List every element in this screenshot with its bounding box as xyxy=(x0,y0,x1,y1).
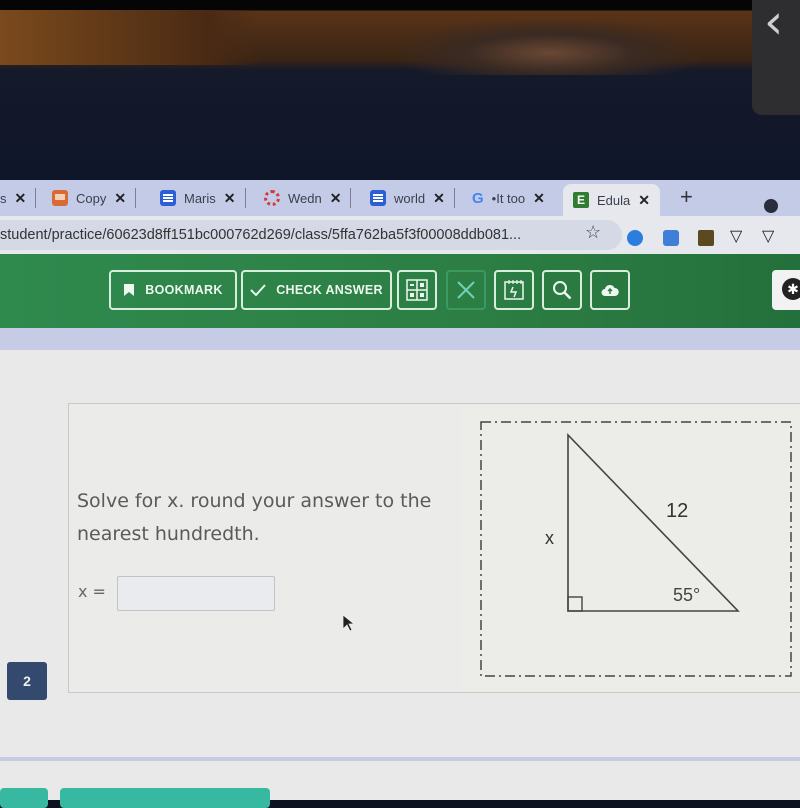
mouse-cursor-icon xyxy=(342,614,356,632)
figure-border xyxy=(480,421,792,677)
shield-extension-icon[interactable]: ▽ xyxy=(730,226,746,245)
question-number-badge[interactable]: 2 xyxy=(7,662,47,700)
bookmark-button[interactable]: BOOKMARK xyxy=(109,270,237,310)
accessibility-button[interactable]: ✱ xyxy=(772,270,800,310)
answer-input[interactable] xyxy=(117,576,275,611)
tab-label: •It too xyxy=(491,190,526,206)
calculator-icon xyxy=(406,279,428,301)
assessment-toolbar: BOOKMARK CHECK ANSWER ✱ xyxy=(0,254,800,328)
tab-label: world xyxy=(394,190,426,206)
docs-icon xyxy=(160,190,176,206)
right-triangle xyxy=(567,433,740,612)
close-icon[interactable]: ✕ xyxy=(433,190,445,207)
tab-label: Edula xyxy=(597,192,631,208)
scratchpad-icon xyxy=(504,280,524,300)
tab-label: Copy xyxy=(76,190,107,206)
tab-separator xyxy=(453,188,455,208)
edulastic-icon: E xyxy=(573,192,589,208)
extension-icon[interactable] xyxy=(627,230,643,246)
checkmark-icon xyxy=(250,284,266,296)
close-icon[interactable]: ✕ xyxy=(638,192,650,209)
scratchpad-button[interactable] xyxy=(494,270,534,310)
zoom-button[interactable] xyxy=(542,270,582,310)
sub-header-strip xyxy=(0,328,800,350)
check-answer-label: CHECK ANSWER xyxy=(276,283,383,297)
leg-label: x xyxy=(545,528,554,548)
close-icon[interactable]: ✕ xyxy=(224,190,236,207)
tab-separator xyxy=(35,188,37,208)
hypotenuse-label: 12 xyxy=(666,500,688,522)
profile-menu-icon[interactable] xyxy=(764,199,778,213)
footer-button[interactable] xyxy=(0,788,48,808)
browser-tab[interactable]: Wedn ✕ xyxy=(264,184,352,212)
close-icon[interactable]: ✕ xyxy=(15,190,27,207)
accessibility-icon: ✱ xyxy=(782,278,800,300)
phone-side-tab[interactable]: ‹ xyxy=(752,0,800,115)
browser-tab[interactable]: Maris ✕ xyxy=(160,184,246,212)
eliminate-answer-button[interactable] xyxy=(446,270,486,310)
tab-separator xyxy=(135,188,137,208)
triangle-figure: 12 x 55° xyxy=(480,421,792,677)
docs-icon xyxy=(370,190,386,206)
shield-extension-icon[interactable]: ▽ xyxy=(762,226,778,245)
tab-separator xyxy=(350,188,352,208)
footer-button[interactable] xyxy=(60,788,270,808)
background-glow xyxy=(400,20,700,75)
tab-label: Maris xyxy=(184,190,216,206)
magnifier-icon xyxy=(553,281,572,300)
check-answer-button[interactable]: CHECK ANSWER xyxy=(241,270,392,310)
close-icon xyxy=(457,281,475,299)
bookmark-icon xyxy=(124,284,135,296)
browser-tab[interactable]: s ✕ xyxy=(0,184,37,212)
canvas-icon xyxy=(264,190,280,206)
footer-divider xyxy=(0,757,800,761)
tab-label: Wedn xyxy=(288,190,322,206)
browser-tab[interactable]: world ✕ xyxy=(370,184,455,212)
star-icon[interactable]: ☆ xyxy=(585,222,601,243)
tab-separator xyxy=(244,188,246,208)
address-bar-row: student/practice/60623d8ff151bc000762d26… xyxy=(0,216,800,254)
upload-button[interactable] xyxy=(590,270,630,310)
cloud-upload-icon xyxy=(601,284,619,296)
google-icon: G xyxy=(472,189,484,207)
close-icon[interactable]: ✕ xyxy=(330,190,342,207)
tab-label: s xyxy=(0,190,7,206)
browser-tab[interactable]: G •It too ✕ xyxy=(472,184,545,212)
slides-icon xyxy=(52,190,68,206)
background-glow xyxy=(0,10,260,65)
answer-label: x = xyxy=(78,582,106,601)
classroom-extension-icon[interactable] xyxy=(698,230,714,246)
chevron-left-icon: ‹ xyxy=(764,0,784,50)
question-prompt: Solve for x. round your answer to the ne… xyxy=(77,490,432,545)
right-angle-marker xyxy=(567,596,583,612)
calculator-button[interactable] xyxy=(397,270,437,310)
new-tab-button[interactable]: + xyxy=(680,184,693,210)
close-icon[interactable]: ✕ xyxy=(114,190,126,207)
bookmark-label: BOOKMARK xyxy=(145,283,223,297)
close-icon[interactable]: ✕ xyxy=(533,190,545,207)
browser-tab[interactable]: Copy ✕ xyxy=(52,184,137,212)
angle-label: 55° xyxy=(673,585,700,605)
cloud-extension-icon[interactable] xyxy=(663,230,679,246)
browser-tab-active[interactable]: E Edula ✕ xyxy=(563,184,660,216)
photo-background xyxy=(0,0,800,180)
url-field[interactable]: student/practice/60623d8ff151bc000762d26… xyxy=(0,220,622,250)
